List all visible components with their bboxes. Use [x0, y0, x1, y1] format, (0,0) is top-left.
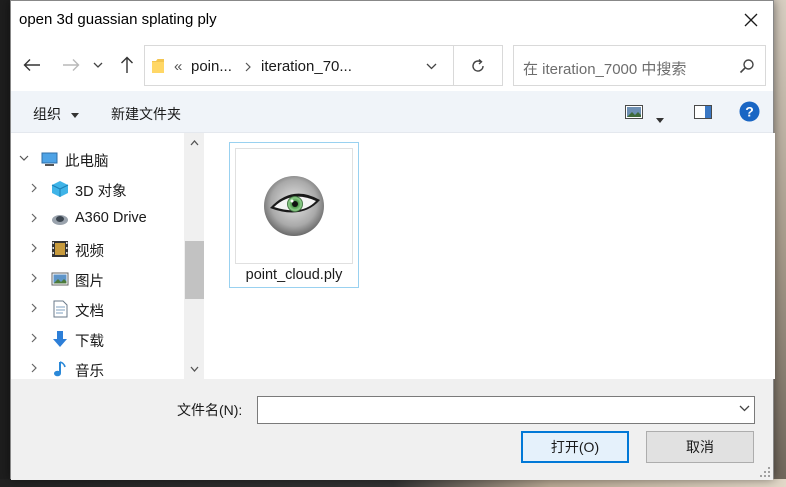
nav-item-label: 文档	[75, 304, 104, 320]
nav-item-this-pc[interactable]: 此电脑	[11, 144, 183, 174]
file-list-pane[interactable]: point_cloud.ply	[205, 133, 775, 379]
organize-menu-button[interactable]: 组织	[33, 104, 79, 124]
forward-button[interactable]	[60, 53, 82, 77]
search-box[interactable]: 在 iteration_7000 中搜索	[513, 45, 766, 86]
filename-combobox[interactable]	[257, 396, 755, 424]
resize-grip-icon[interactable]	[759, 466, 771, 478]
svg-text:?: ?	[745, 104, 754, 120]
chevron-right-icon[interactable]	[31, 183, 37, 193]
chevron-expanded-icon[interactable]	[19, 155, 29, 161]
documents-icon	[53, 300, 68, 318]
chevron-down-icon	[93, 62, 103, 68]
caret-down-icon	[656, 118, 664, 123]
scroll-up-button[interactable]	[184, 133, 204, 153]
nav-item-label: 3D 对象	[75, 184, 127, 200]
background-window-right	[774, 0, 786, 487]
search-placeholder: 在 iteration_7000 中搜索	[523, 61, 687, 78]
background-window-left	[0, 0, 10, 487]
new-folder-button[interactable]: 新建文件夹	[111, 104, 181, 124]
scroll-up-icon	[190, 140, 198, 146]
organize-label: 组织	[33, 106, 61, 122]
computer-icon	[41, 152, 58, 166]
dialog-title: open 3d guassian splating ply	[19, 11, 217, 28]
command-bar: 组织 新建文件夹 ?	[11, 91, 773, 133]
nav-item-3d-objects[interactable]: 3D 对象	[11, 174, 183, 204]
chevron-right-icon[interactable]	[31, 333, 37, 343]
change-view-button[interactable]	[625, 105, 643, 122]
close-icon	[744, 13, 758, 27]
videos-icon	[52, 241, 68, 257]
arrow-up-icon	[121, 56, 133, 73]
music-icon	[54, 361, 66, 377]
chevron-right-icon[interactable]	[31, 303, 37, 313]
file-item[interactable]: point_cloud.ply	[229, 142, 359, 288]
address-bar[interactable]: « poin... iteration_70...	[144, 45, 454, 86]
arrow-left-icon	[23, 59, 40, 71]
file-name: point_cloud.ply	[245, 267, 343, 283]
scrollbar-thumb[interactable]	[185, 241, 204, 299]
nav-item-label: A360 Drive	[75, 210, 147, 226]
downloads-icon	[53, 331, 67, 347]
view-options-dropdown[interactable]	[656, 110, 664, 126]
a360-drive-icon	[52, 215, 68, 225]
arrow-right-icon	[63, 59, 80, 71]
nav-item-label: 音乐	[75, 364, 104, 379]
3d-objects-icon	[51, 181, 69, 197]
nav-item-videos[interactable]: 视频	[11, 234, 183, 264]
breadcrumb-segment[interactable]: poin...	[191, 58, 232, 75]
navigation-pane-scrollbar[interactable]	[184, 133, 204, 379]
folder-icon	[152, 59, 164, 73]
breadcrumb-segment[interactable]: iteration_70...	[261, 58, 352, 75]
address-overflow-marker[interactable]: «	[174, 58, 182, 75]
nav-item-music[interactable]: 音乐	[11, 354, 183, 379]
chevron-right-icon[interactable]	[31, 243, 37, 253]
nav-item-label: 图片	[75, 274, 104, 290]
nav-item-documents[interactable]: 文档	[11, 294, 183, 324]
nav-item-a360-drive[interactable]: A360 Drive	[11, 204, 183, 234]
background-window-bottom	[0, 479, 786, 487]
chevron-right-icon[interactable]	[31, 213, 37, 223]
eye-thumbnail-icon	[264, 176, 324, 236]
pictures-icon	[51, 272, 69, 286]
title-bar: open 3d guassian splating ply	[11, 1, 773, 39]
address-row: « poin... iteration_70... 在 iteration_70…	[11, 39, 773, 91]
scroll-down-icon	[190, 366, 198, 372]
cancel-button[interactable]: 取消	[646, 431, 754, 463]
view-thumbnails-icon	[625, 105, 643, 119]
close-button[interactable]	[729, 1, 773, 39]
recent-locations-button[interactable]	[91, 53, 105, 77]
chevron-down-icon[interactable]	[739, 405, 750, 412]
open-file-dialog: open 3d guassian splating ply « poin... …	[10, 0, 775, 480]
navigation-pane: 此电脑 3D 对象 A360 Drive 视频 图片 文档 下载 音乐	[11, 133, 205, 379]
nav-item-label: 下载	[75, 334, 104, 350]
refresh-icon	[472, 58, 484, 72]
chevron-down-icon[interactable]	[426, 63, 437, 70]
help-icon: ?	[739, 101, 760, 122]
up-button[interactable]	[116, 53, 138, 77]
nav-item-pictures[interactable]: 图片	[11, 264, 183, 294]
chevron-right-icon	[245, 62, 251, 72]
scroll-down-button[interactable]	[184, 359, 204, 379]
open-button[interactable]: 打开(O)	[521, 431, 629, 463]
chevron-right-icon[interactable]	[31, 273, 37, 283]
preview-pane-icon	[694, 105, 712, 119]
filename-label: 文件名(N):	[177, 402, 243, 418]
nav-item-label: 视频	[75, 244, 104, 260]
chevron-right-icon[interactable]	[31, 363, 37, 373]
dialog-footer: 文件名(N): 打开(O) 取消	[11, 379, 773, 480]
help-button[interactable]: ?	[739, 101, 760, 125]
file-thumbnail	[235, 148, 353, 264]
nav-item-label: 此电脑	[65, 154, 109, 170]
search-icon[interactable]	[739, 58, 755, 74]
back-button[interactable]	[21, 53, 43, 77]
nav-item-downloads[interactable]: 下载	[11, 324, 183, 354]
refresh-button[interactable]	[454, 45, 503, 86]
caret-down-icon	[70, 112, 79, 118]
preview-pane-button[interactable]	[694, 105, 712, 122]
